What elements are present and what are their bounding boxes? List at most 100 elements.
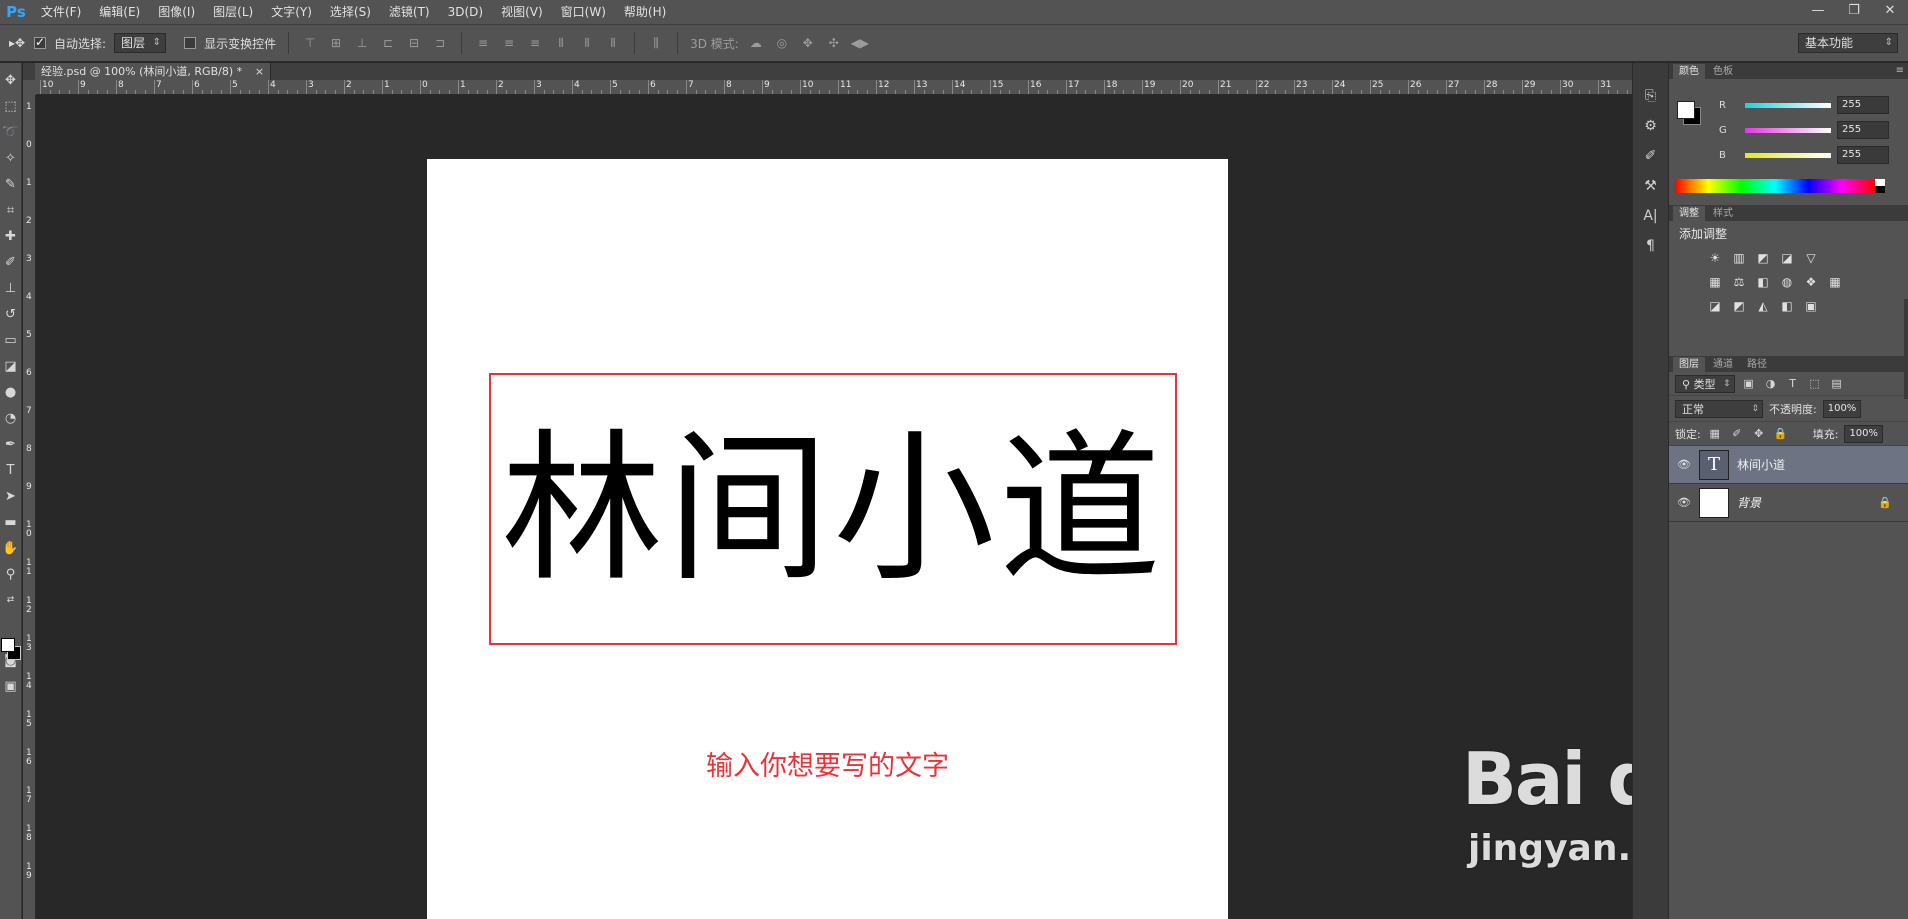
auto-select-target-dropdown[interactable]: 图层 xyxy=(114,33,167,53)
channel-r-value[interactable]: 255 xyxy=(1837,96,1889,114)
3d-scale-icon[interactable]: ◀▶ xyxy=(851,34,869,52)
exposure-icon[interactable]: ◪ xyxy=(1777,249,1797,267)
align-right-icon[interactable]: ⊐ xyxy=(431,34,449,52)
fill-input[interactable]: 100% xyxy=(1844,424,1884,443)
menu-window[interactable]: 窗口(W) xyxy=(552,0,615,24)
filter-adjustment-icon[interactable]: ◑ xyxy=(1763,376,1779,392)
move-tool-preset-icon[interactable]: ▸✥ xyxy=(8,34,26,52)
menu-3d[interactable]: 3D(D) xyxy=(439,0,492,24)
rectangle-tool-icon[interactable]: ▬ xyxy=(0,509,22,535)
layer-name[interactable]: 林间小道 xyxy=(1737,456,1785,473)
layer-row-text[interactable]: 👁 T 林间小道 xyxy=(1669,446,1908,484)
filter-type-icon[interactable]: T xyxy=(1785,376,1801,392)
distribute-top-icon[interactable]: ≡ xyxy=(474,34,492,52)
menu-help[interactable]: 帮助(H) xyxy=(615,0,675,24)
path-selection-tool-icon[interactable]: ➤ xyxy=(0,483,22,509)
panel-menu-icon[interactable]: ≡ xyxy=(1896,65,1904,76)
menu-edit[interactable]: 编辑(E) xyxy=(90,0,149,24)
lock-all-icon[interactable]: 🔒 xyxy=(1773,426,1789,442)
align-top-icon[interactable]: ⊤ xyxy=(301,34,319,52)
curves-icon[interactable]: ◩ xyxy=(1753,249,1773,267)
filter-pixel-icon[interactable]: ▣ xyxy=(1741,376,1757,392)
menu-view[interactable]: 视图(V) xyxy=(492,0,552,24)
threshold-icon[interactable]: ◭ xyxy=(1753,297,1773,315)
align-hcenter-icon[interactable]: ⊟ xyxy=(405,34,423,52)
color-balance-icon[interactable]: ⚖ xyxy=(1729,273,1749,291)
align-left-icon[interactable]: ⊏ xyxy=(379,34,397,52)
eyedropper-tool-icon[interactable]: ✎ xyxy=(0,171,22,197)
zoom-tool-icon[interactable]: ⚲ xyxy=(0,561,22,587)
paragraph-panel-icon[interactable]: ¶ xyxy=(1639,235,1663,257)
layer-name[interactable]: 背景 xyxy=(1737,494,1761,511)
document-tab[interactable]: 经验.psd @ 100% (林间小道, RGB/8) * × xyxy=(35,63,272,80)
layer-row-background[interactable]: 👁 背景 🔒 xyxy=(1669,484,1908,522)
channel-g-value[interactable]: 255 xyxy=(1837,121,1889,139)
history-brush-tool-icon[interactable]: ↺ xyxy=(0,301,22,327)
close-button[interactable]: ✕ xyxy=(1872,0,1908,20)
hand-tool-icon[interactable]: ✋ xyxy=(0,535,22,561)
auto-align-icon[interactable]: ⫼ xyxy=(647,34,665,52)
brush-tool-icon[interactable]: ✐ xyxy=(0,249,22,275)
channel-b-value[interactable]: 255 xyxy=(1837,146,1889,164)
foreground-color-swatch[interactable] xyxy=(1,638,15,652)
tab-adjustments[interactable]: 调整 xyxy=(1673,206,1705,221)
tab-layers[interactable]: 图层 xyxy=(1673,357,1705,372)
color-lookup-icon[interactable]: ▦ xyxy=(1825,273,1845,291)
channel-mixer-icon[interactable]: ❖ xyxy=(1801,273,1821,291)
vertical-ruler[interactable]: 1 0 1 2 3 4 5 6 7 8 9 10 11 12 13 14 15 16 17 18 19 xyxy=(23,95,36,919)
show-transform-checkbox[interactable] xyxy=(184,37,197,49)
properties-panel-icon[interactable]: ⚙ xyxy=(1639,115,1663,137)
canvas-area[interactable]: 林间小道 输入你想要写的文字 xyxy=(37,96,1632,919)
invert-icon[interactable]: ◪ xyxy=(1705,297,1725,315)
distribute-hcenter-icon[interactable]: ⫴ xyxy=(578,34,596,52)
distribute-bottom-icon[interactable]: ≡ xyxy=(526,34,544,52)
menu-layer[interactable]: 图层(L) xyxy=(204,0,262,24)
lock-pixels-icon[interactable]: ✐ xyxy=(1729,426,1745,442)
menu-type[interactable]: 文字(Y) xyxy=(262,0,321,24)
lock-transparent-icon[interactable]: ▦ xyxy=(1707,426,1723,442)
levels-icon[interactable]: ▥ xyxy=(1729,249,1749,267)
menu-file[interactable]: 文件(F) xyxy=(32,0,90,24)
vibrance-icon[interactable]: ▽ xyxy=(1801,249,1821,267)
minimize-button[interactable]: — xyxy=(1800,0,1836,20)
visibility-eye-icon[interactable]: 👁 xyxy=(1677,496,1691,509)
text-layer-content[interactable]: 林间小道 xyxy=(501,429,1165,591)
distribute-left-icon[interactable]: ⫴ xyxy=(552,34,570,52)
magic-wand-tool-icon[interactable]: ✧ xyxy=(0,145,22,171)
blur-tool-icon[interactable]: ● xyxy=(0,379,22,405)
photo-filter-icon[interactable]: ◍ xyxy=(1777,273,1797,291)
brush-panel-icon[interactable]: ✐ xyxy=(1639,145,1663,167)
3d-slide-icon[interactable]: ✣ xyxy=(825,34,843,52)
align-vcenter-icon[interactable]: ⊞ xyxy=(327,34,345,52)
tab-swatches[interactable]: 色板 xyxy=(1707,64,1739,79)
3d-drag-icon[interactable]: ✥ xyxy=(799,34,817,52)
spot-healing-tool-icon[interactable]: ✚ xyxy=(0,223,22,249)
screen-mode-icon[interactable]: ▣ xyxy=(0,673,22,699)
layer-filter-dropdown[interactable]: ⚲ 类型 xyxy=(1675,374,1735,393)
lock-position-icon[interactable]: ✥ xyxy=(1751,426,1767,442)
channel-r-slider[interactable] xyxy=(1745,102,1831,108)
filter-smart-object-icon[interactable]: ▤ xyxy=(1829,376,1845,392)
lasso-tool-icon[interactable]: ➰ xyxy=(0,119,22,145)
tab-channels[interactable]: 通道 xyxy=(1707,357,1739,372)
black-white-icon[interactable]: ◧ xyxy=(1753,273,1773,291)
menu-select[interactable]: 选择(S) xyxy=(321,0,380,24)
blend-mode-dropdown[interactable]: 正常 xyxy=(1675,399,1763,418)
crop-tool-icon[interactable]: ⌗ xyxy=(0,197,22,223)
brightness-icon[interactable]: ☀ xyxy=(1705,249,1725,267)
eraser-tool-icon[interactable]: ▭ xyxy=(0,327,22,353)
default-colors-icon[interactable]: ⇄ xyxy=(0,587,22,613)
restore-button[interactable]: ❐ xyxy=(1836,0,1872,20)
3d-orbit-icon[interactable]: ☁ xyxy=(747,34,765,52)
color-spectrum[interactable] xyxy=(1675,179,1875,193)
horizontal-ruler[interactable]: 10 9 8 7 6 5 4 3 2 1 0 1 2 3 4 5 6 7 8 9 10 11 12 13 14 15 16 17 18 1… xyxy=(36,80,1632,95)
marquee-tool-icon[interactable]: ⬚ xyxy=(0,93,22,119)
3d-roll-icon[interactable]: ◎ xyxy=(773,34,791,52)
visibility-eye-icon[interactable]: 👁 xyxy=(1677,458,1691,471)
history-panel-icon[interactable]: ⎘ xyxy=(1639,85,1663,107)
move-tool-icon[interactable]: ✥ xyxy=(0,67,22,93)
stamp-tool-icon[interactable]: ⊥ xyxy=(0,275,22,301)
channel-g-slider[interactable] xyxy=(1745,127,1831,133)
panel-scrollbar[interactable] xyxy=(1904,299,1908,399)
document-close-icon[interactable]: × xyxy=(255,63,264,80)
